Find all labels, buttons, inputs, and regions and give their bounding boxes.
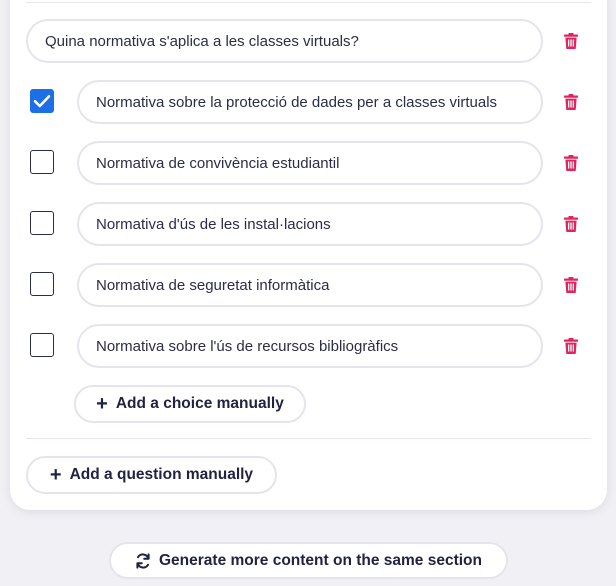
trash-icon [564, 94, 578, 110]
choice-text: Normativa sobre l'ús de recursos bibliog… [96, 337, 399, 355]
choice-input[interactable]: Normativa de seguretat informàtica [77, 263, 543, 307]
plus-icon: + [49, 464, 62, 486]
check-icon [33, 95, 51, 108]
trash-icon [564, 338, 578, 354]
add-choice-button[interactable]: + Add a choice manually [74, 385, 306, 423]
choice-input[interactable]: Normativa sobre l'ús de recursos bibliog… [77, 324, 543, 368]
delete-choice-button[interactable] [562, 337, 580, 355]
question-input[interactable]: Quina normativa s'aplica a les classes v… [26, 19, 543, 63]
trash-icon [564, 155, 578, 171]
generate-more-button[interactable]: Generate more content on the same sectio… [109, 542, 508, 579]
delete-choice-button[interactable] [562, 93, 580, 111]
add-question-button[interactable]: + Add a question manually [26, 456, 277, 494]
add-question-label: Add a question manually [69, 466, 254, 483]
choice-checkbox[interactable] [30, 272, 54, 296]
trash-icon [564, 33, 578, 49]
plus-icon: + [96, 393, 108, 415]
question-text: Quina normativa s'aplica a les classes v… [45, 32, 359, 50]
delete-choice-button[interactable] [562, 154, 580, 172]
delete-choice-button[interactable] [562, 215, 580, 233]
trash-icon [564, 216, 578, 232]
choice-text: Normativa sobre la protecció de dades pe… [96, 93, 498, 111]
choice-input[interactable]: Normativa de convivència estudiantil [77, 141, 543, 185]
choice-text: Normativa d'ús de les instal·lacions [96, 215, 331, 233]
delete-question-button[interactable] [562, 32, 580, 50]
choice-text: Normativa de seguretat informàtica [96, 276, 330, 294]
choice-input[interactable]: Normativa sobre la protecció de dades pe… [77, 80, 543, 124]
trash-icon [564, 277, 578, 293]
question-card [10, 0, 607, 510]
choice-checkbox[interactable] [30, 333, 54, 357]
choice-input[interactable]: Normativa d'ús de les instal·lacions [77, 202, 543, 246]
choice-checkbox[interactable] [30, 150, 54, 174]
choice-checkbox[interactable] [30, 211, 54, 235]
delete-choice-button[interactable] [562, 276, 580, 294]
refresh-icon [135, 552, 151, 569]
generate-label: Generate more content on the same sectio… [158, 551, 482, 569]
choice-checkbox[interactable] [30, 89, 54, 113]
choice-text: Normativa de convivència estudiantil [96, 154, 340, 172]
add-choice-label: Add a choice manually [115, 395, 284, 412]
divider [26, 2, 591, 3]
divider [26, 438, 591, 439]
